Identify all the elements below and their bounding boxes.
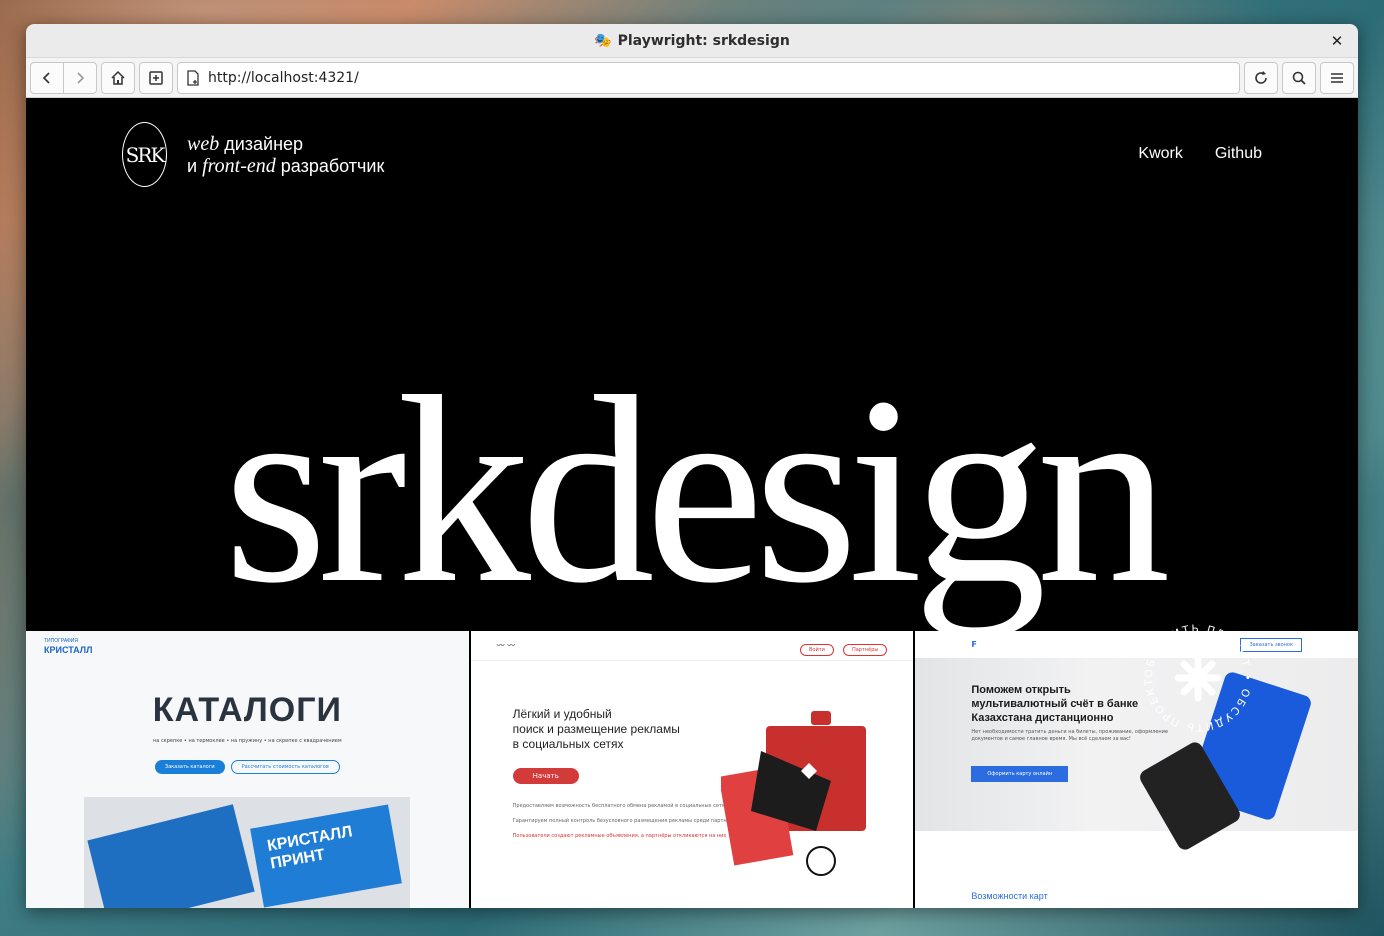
- order-card-button: Оформить карту онлайн: [971, 766, 1069, 782]
- page-content: SRK web дизайнер и front-end разработчик…: [26, 98, 1358, 908]
- project-logo: F: [971, 640, 977, 649]
- project-buttons: Заказать каталоги Рассчитать стоимость к…: [26, 760, 469, 774]
- heading-line-2: поиск и размещение рекламы: [512, 722, 680, 736]
- nav-github[interactable]: Github: [1215, 145, 1262, 163]
- window-title-text: Playwright: srkdesign: [617, 32, 790, 49]
- playwright-icon: 🎭: [594, 32, 612, 49]
- start-button: Начать: [512, 768, 579, 784]
- megaphone-illustration: [720, 711, 866, 876]
- menu-icon: [1331, 72, 1343, 83]
- heading-line-3: в социальных сетях: [512, 737, 624, 751]
- reload-icon: [1255, 70, 1267, 84]
- heading-line-1: Поможем открыть: [971, 684, 1071, 696]
- tagline: web дизайнер и front-end разработчик: [187, 133, 384, 177]
- tagline-frontend: front-end: [202, 154, 276, 177]
- bullet-1: Предоставляем возможность бесплатного об…: [512, 803, 728, 809]
- forward-button[interactable]: [63, 61, 97, 94]
- url-bar[interactable]: http://localhost:4321/: [177, 61, 1240, 94]
- menu-button[interactable]: [1320, 61, 1354, 94]
- project-logo: 〰 〰: [496, 641, 516, 650]
- forward-icon: [77, 71, 85, 84]
- project-subtitle: на скрепке • на термоклее • на пружину •…: [153, 738, 342, 744]
- heading-line-3: Казахстана дистанционно: [971, 712, 1114, 724]
- bullet-3: Пользователи создают рекламные объявлени…: [512, 833, 727, 839]
- hero-title: srkdesign: [223, 341, 1170, 638]
- tagline-developer: разработчик: [275, 155, 385, 176]
- new-tab-icon: [149, 70, 163, 85]
- browser-window: 🎭 Playwright: srkdesign ✕ http://localho…: [26, 24, 1358, 908]
- page-icon: [187, 69, 199, 86]
- back-icon: [42, 71, 50, 84]
- tagline-and: и: [187, 155, 203, 176]
- tagline-designer: дизайнер: [219, 133, 304, 154]
- asterisk-icon: [1174, 654, 1222, 702]
- login-pill: Войти: [799, 644, 834, 656]
- order-catalogs-button: Заказать каталоги: [154, 760, 225, 774]
- logo-monogram: SRK: [122, 122, 167, 187]
- project-heading: Поможем открыть мультивалютный счёт в ба…: [971, 683, 1138, 725]
- close-icon[interactable]: ✕: [1328, 32, 1346, 50]
- tagline-line-1: web дизайнер: [187, 133, 384, 155]
- new-tab-button[interactable]: [139, 61, 173, 94]
- nav-kwork[interactable]: Kwork: [1138, 145, 1182, 163]
- main-nav: Kwork Github: [1138, 145, 1262, 163]
- discuss-project-badge[interactable]: ОБСУДИТЬ ПРОЕКТ • ОБСУДИТЬ ПРОЕКТ •: [1138, 618, 1258, 738]
- back-button[interactable]: [30, 61, 64, 94]
- project-card-bank[interactable]: F Заказать звонок Поможем открыть мульти…: [915, 631, 1358, 908]
- title-bar: 🎭 Playwright: srkdesign ✕: [26, 24, 1358, 58]
- brand-line-2: КРИСТАЛЛ: [44, 645, 93, 655]
- reload-button[interactable]: [1244, 61, 1278, 94]
- project-brand: ТИПОГРАФИЯ КРИСТАЛЛ: [44, 637, 92, 655]
- home-button[interactable]: [101, 61, 135, 94]
- search-button[interactable]: [1282, 61, 1316, 94]
- project-heading: Лёгкий и удобный поиск и размещение рекл…: [513, 707, 680, 752]
- partners-pill: Партнёры: [842, 644, 888, 656]
- tagline-line-2: и front-end разработчик: [187, 155, 384, 177]
- project-nav: Войти Партнёры: [796, 636, 888, 656]
- features-title: Возможности карт: [971, 891, 1048, 901]
- search-icon: [1292, 71, 1306, 85]
- heading-line-1: Лёгкий и удобный: [512, 707, 612, 721]
- url-text: http://localhost:4321/: [208, 69, 359, 86]
- heading-line-2: мультивалютный счёт в банке: [971, 698, 1139, 710]
- site-logo[interactable]: SRK web дизайнер и front-end разработчик: [122, 122, 384, 187]
- project-bullets: Предоставляем возможность бесплатного об…: [513, 803, 739, 848]
- window-title: 🎭 Playwright: srkdesign: [594, 33, 790, 49]
- home-icon: [111, 70, 125, 85]
- calc-catalogs-button: Рассчитать стоимость каталогов: [230, 760, 340, 774]
- project-card-ads[interactable]: 〰 〰 Войти Партнёры Лёгкий и удобный поис…: [470, 631, 914, 908]
- bullet-2: Гарантируем полный контроль безусловного…: [512, 818, 739, 824]
- project-heading: КАТАЛОГИ: [152, 691, 342, 729]
- project-card-catalogs[interactable]: ТИПОГРАФИЯ КРИСТАЛЛ КАТАЛОГИ на скрепке …: [26, 631, 469, 908]
- browser-toolbar: http://localhost:4321/: [26, 58, 1358, 98]
- tagline-web: web: [187, 132, 220, 155]
